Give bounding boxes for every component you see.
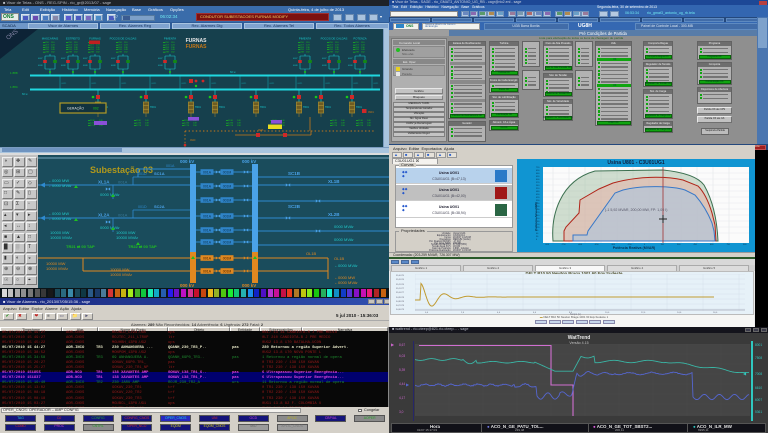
svg-text:60 w: 60 w (230, 70, 236, 74)
svg-text:001M: 001M (223, 214, 232, 218)
svg-text:0940: 0940 (190, 139, 196, 142)
svg-text:0021: 0021 (62, 83, 68, 85)
svg-text:GERAÇÃO: GERAÇÃO (67, 106, 84, 111)
svg-text:TR01: TR01 (303, 106, 310, 109)
svg-text:001A: 001A (166, 164, 175, 168)
svg-text:001A: 001A (203, 184, 212, 188)
svg-text:(-1 5,92 MVAR, 200,00 MW, FP:: (-1 5,92 MVAR, 200,00 MW, FP: 1,00 I) (605, 208, 667, 212)
svg-text:▬238: ▬238 (116, 52, 123, 54)
svg-text:ESTREITO: ESTREITO (66, 37, 81, 41)
svg-text:60 w: 60 w (22, 92, 28, 96)
svg-text:0021: 0021 (242, 83, 248, 85)
svg-text:0021: 0021 (182, 83, 188, 85)
svg-text:000 kV: 000 kV (242, 159, 256, 164)
svg-text:▬1270: ▬1270 (134, 125, 142, 127)
svg-text:OL1B: OL1B (306, 251, 317, 256)
svg-text:TR01: TR01 (356, 106, 363, 109)
svg-text:0021: 0021 (326, 83, 332, 85)
svg-text:TR01: TR01 (195, 106, 202, 109)
svg-text:▬1270: ▬1270 (330, 125, 338, 127)
svg-text:0946: 0946 (258, 129, 264, 132)
svg-text:XL1B: XL1B (328, 179, 340, 184)
svg-text:OL1B: OL1B (334, 256, 345, 261)
svg-text:001M: 001M (223, 184, 232, 188)
svg-text:001A: 001A (203, 256, 212, 260)
svg-text:TR01: TR01 (150, 106, 157, 109)
svg-text:▬238: ▬238 (88, 52, 95, 54)
svg-text:1 884: 1 884 (10, 85, 18, 89)
svg-text:▬1270: ▬1270 (356, 125, 364, 127)
svg-text:SC1B: SC1B (288, 171, 301, 176)
svg-text:001A: 001A (118, 213, 128, 218)
svg-text:TR01: TR01 (260, 106, 267, 109)
svg-text:001A: 001A (203, 228, 212, 232)
svg-text:001A: 001A (203, 240, 212, 244)
svg-text:POTENZA: POTENZA (353, 37, 366, 41)
svg-text:PIMENTA: PIMENTA (299, 37, 311, 41)
svg-text:XL1A: XL1A (98, 180, 110, 185)
svg-text:0000 MVAr: 0000 MVAr (334, 224, 354, 229)
svg-text:XL2A: XL2A (98, 213, 110, 218)
svg-text:▬1270: ▬1270 (226, 125, 234, 127)
svg-text:001A: 001A (203, 198, 212, 202)
svg-text:▬238: ▬238 (163, 52, 170, 54)
svg-text:0021: 0021 (374, 83, 380, 85)
svg-text:0021: 0021 (122, 83, 128, 85)
svg-text:1 888: 1 888 (10, 71, 18, 75)
svg-text:000 kV: 000 kV (180, 159, 194, 164)
svg-text:0021: 0021 (212, 83, 218, 85)
svg-text:0021: 0021 (270, 83, 276, 85)
svg-text:▬238: ▬238 (327, 52, 334, 54)
svg-text:←0000 MVAr: ←0000 MVAr (334, 263, 358, 268)
svg-text:0021: 0021 (92, 83, 98, 85)
svg-text:001M: 001M (223, 198, 232, 202)
svg-text:TR01: TR01 (325, 106, 332, 109)
svg-text:FURNAS: FURNAS (89, 37, 101, 41)
svg-text:MASCARAIS: MASCARAIS (42, 37, 59, 41)
svg-text:10000 MVAr: 10000 MVAr (110, 272, 133, 277)
svg-text:10000 MVAr: 10000 MVAr (46, 266, 69, 271)
svg-text:▬238: ▬238 (298, 52, 305, 54)
svg-text:SC2B: SC2B (288, 204, 301, 209)
svg-text:▬238: ▬238 (66, 52, 73, 54)
svg-text:10000 MVAr: 10000 MVAr (116, 235, 139, 240)
svg-text:0000 MVAr: 0000 MVAr (100, 192, 120, 197)
svg-text:▬238: ▬238 (353, 52, 360, 54)
svg-text:▬238: ▬238 (43, 52, 50, 54)
svg-text:SC2A: SC2A (154, 204, 165, 209)
svg-text:FURNAS: FURNAS (186, 44, 207, 50)
svg-text:10000 MVAr: 10000 MVAr (50, 235, 73, 240)
svg-text:▬1270: ▬1270 (182, 125, 190, 127)
svg-text:0000 MVAr: 0000 MVAr (334, 237, 354, 242)
svg-text:0021: 0021 (152, 83, 158, 85)
svg-text:001M: 001M (223, 240, 232, 244)
svg-text:TR22 ⇄ 00 TAP: TR22 ⇄ 00 TAP (128, 243, 157, 250)
svg-text:001M: 001M (223, 170, 232, 174)
svg-text:TR01: TR01 (219, 106, 226, 109)
svg-text:001M: 001M (223, 256, 232, 260)
svg-text:001A: 001A (203, 170, 212, 174)
svg-text:POCOS DE CALDAS: POCOS DE CALDAS (321, 37, 348, 41)
svg-text:←0000 MVAr: ←0000 MVAr (48, 183, 72, 188)
svg-text:001A: 001A (118, 180, 128, 185)
svg-text:TR21 ⇄ 00 TAP: TR21 ⇄ 00 TAP (66, 243, 95, 250)
svg-text:0901: 0901 (368, 110, 374, 114)
svg-text:001D: 001D (138, 172, 147, 176)
svg-text:001M: 001M (223, 269, 232, 273)
svg-text:XL2B: XL2B (328, 212, 340, 217)
svg-text:▬1270: ▬1270 (88, 125, 96, 127)
svg-text:SC1A: SC1A (154, 171, 165, 176)
svg-text:←0000 MVAr: ←0000 MVAr (48, 216, 72, 221)
svg-text:0021: 0021 (354, 83, 360, 85)
svg-text:0021: 0021 (298, 83, 304, 85)
svg-text:001A: 001A (203, 214, 212, 218)
svg-text:PIMENTA: PIMENTA (164, 37, 176, 41)
svg-text:001D: 001D (138, 205, 147, 209)
svg-text:002: 002 (93, 107, 99, 111)
svg-text:POCOS DE CALDAS: POCOS DE CALDAS (110, 37, 137, 41)
svg-text:001A: 001A (203, 269, 212, 273)
svg-text:001M: 001M (223, 228, 232, 232)
svg-text:←0000 MVAr: ←0000 MVAr (334, 280, 358, 285)
